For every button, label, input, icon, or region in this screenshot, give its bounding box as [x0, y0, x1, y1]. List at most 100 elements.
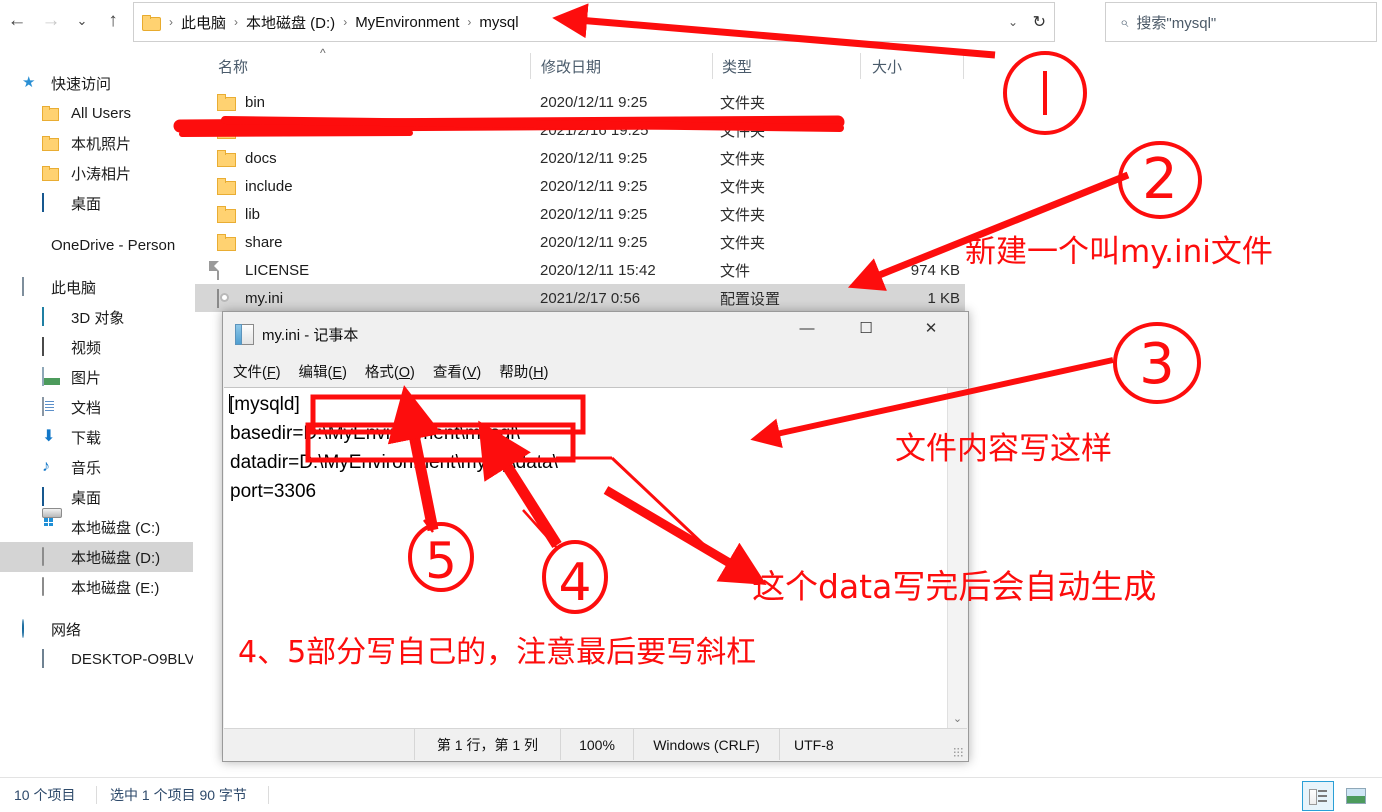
sidebar-item-桌面[interactable]: 桌面: [0, 482, 193, 512]
table-row[interactable]: docs 2020/12/11 9:25 文件夹: [195, 144, 965, 172]
column-header-type[interactable]: 类型: [722, 48, 752, 84]
menu-item-h[interactable]: 帮助(H): [499, 361, 548, 382]
search-icon: ⌕: [1120, 13, 1129, 31]
sidebar-item-label: OneDrive - Person: [51, 236, 176, 254]
forward-icon[interactable]: →: [34, 0, 68, 42]
file-type: 文件夹: [720, 234, 766, 252]
sidebar-item-小涛相片[interactable]: 小涛相片: [0, 158, 193, 188]
desktop-icon: [42, 487, 64, 506]
sidebar-item-allusers[interactable]: All Users: [0, 98, 193, 128]
sidebar-item-3d对象[interactable]: 3D 对象: [0, 302, 193, 332]
folder-icon: [42, 164, 64, 182]
notepad-content[interactable]: [mysqld] basedir=D:\MyEnvironment\mysql\…: [229, 390, 920, 506]
drive-icon: [42, 547, 64, 566]
line-ending: Windows (CRLF): [633, 729, 779, 760]
table-row[interactable]: bin 2020/12/11 9:25 文件夹: [195, 88, 965, 116]
folder-icon: [142, 15, 161, 31]
table-row[interactable]: share 2020/12/11 9:25 文件夹: [195, 228, 965, 256]
column-divider[interactable]: [712, 53, 713, 79]
status-selection-info: 选中 1 个项目 90 字节: [110, 787, 247, 803]
details-view-icon[interactable]: [1302, 781, 1334, 811]
sidebar-item-快速访问[interactable]: ★ 快速访问: [0, 68, 193, 98]
column-divider[interactable]: [860, 53, 861, 79]
table-row[interactable]: my.ini 2021/2/17 0:56 配置设置 1 KB: [195, 284, 965, 312]
notepad-menu-bar[interactable]: 文件(F) 编辑(E) 格式(O) 查看(V) 帮助(H): [223, 356, 968, 386]
breadcrumb-separator: ›: [234, 15, 239, 29]
file-type: 文件夹: [720, 150, 766, 168]
sidebar-item-视频[interactable]: 视频: [0, 332, 193, 362]
sidebar-item-label: 本地磁盘 (E:): [71, 579, 160, 597]
table-row[interactable]: include 2020/12/11 9:25 文件夹: [195, 172, 965, 200]
column-divider[interactable]: [963, 53, 964, 79]
navigation-sidebar[interactable]: ★ 快速访问 All Users 本机照片 小涛相片 桌面 OneDrive - Perso…: [0, 68, 193, 674]
breadcrumb-item-mysql[interactable]: mysql: [477, 3, 520, 41]
scroll-down-chevron-down-icon[interactable]: ⌄: [948, 709, 967, 728]
file-size: [815, 200, 960, 228]
table-row[interactable]: LICENSE 2020/12/11 15:42 文件 974 KB: [195, 256, 965, 284]
refresh-icon[interactable]: ↻: [1033, 3, 1046, 41]
breadcrumb-item-this-pc[interactable]: 此电脑: [179, 3, 228, 41]
explorer-status-bar: 10 个项目 选中 1 个项目 90 字节: [0, 777, 1382, 812]
resize-grip-icon[interactable]: [953, 747, 963, 757]
this-pc-icon: [22, 277, 44, 296]
sidebar-item-label: All Users: [71, 104, 132, 122]
back-icon[interactable]: ←: [0, 0, 34, 42]
file-size: [815, 144, 960, 172]
sidebar-item-本机照片[interactable]: 本机照片: [0, 128, 193, 158]
column-header-name[interactable]: 名称: [218, 48, 248, 84]
sidebar-item-网络[interactable]: 网络: [0, 614, 193, 644]
sidebar-item-desktop-o9blv[interactable]: DESKTOP-O9BLV: [0, 644, 193, 674]
notepad-title-bar[interactable]: my.ini - 记事本 — ☐ ✕: [223, 312, 968, 356]
address-breadcrumb-bar[interactable]: › 此电脑 › 本地磁盘 (D:) › MyEnvironment › mysq…: [133, 2, 1055, 42]
sidebar-item-图片[interactable]: 图片: [0, 362, 193, 392]
file-list[interactable]: bin 2020/12/11 9:25 文件夹 2021/2/16 19:25 文件夹 d…: [195, 88, 965, 312]
cursor-position: 第 1 行，第 1 列: [414, 729, 560, 760]
picture-icon: [42, 367, 64, 386]
table-row[interactable]: lib 2020/12/11 9:25 文件夹: [195, 200, 965, 228]
address-chevron-down-icon[interactable]: ⌄: [1008, 3, 1018, 41]
search-box[interactable]: ⌕ 搜索"mysql": [1105, 2, 1377, 42]
sort-ascending-icon: ^: [320, 46, 326, 60]
file-date: 2020/12/11 9:25: [540, 149, 648, 167]
table-row[interactable]: 2021/2/16 19:25 文件夹: [195, 116, 965, 144]
thumbnails-view-icon[interactable]: [1340, 781, 1372, 811]
menu-item-f[interactable]: 文件(F): [233, 361, 281, 382]
file-date: 2020/12/11 9:25: [540, 93, 648, 111]
sidebar-item-onedrive-person[interactable]: OneDrive - Person: [0, 230, 193, 260]
sidebar-item-桌面[interactable]: 桌面: [0, 188, 193, 218]
sidebar-item-label: 文档: [71, 399, 102, 417]
menu-item-e[interactable]: 编辑(E): [299, 361, 347, 382]
close-button[interactable]: ✕: [908, 312, 954, 344]
music-icon: ♪: [42, 458, 50, 475]
column-divider[interactable]: [530, 53, 531, 79]
column-header-size[interactable]: 大小: [872, 48, 902, 84]
menu-item-v[interactable]: 查看(V): [433, 361, 481, 382]
file-type: 配置设置: [720, 290, 781, 308]
sidebar-item-音乐[interactable]: ♪ 音乐: [0, 452, 193, 482]
minimize-button[interactable]: —: [784, 312, 830, 344]
sidebar-item-文档[interactable]: 文档: [0, 392, 193, 422]
annotation-note-bottom: 4、5部分写自己的，注意最后要写斜杠: [238, 635, 757, 670]
menu-item-o[interactable]: 格式(O): [365, 361, 415, 382]
sidebar-item-本地磁盘e[interactable]: 本地磁盘 (E:): [0, 572, 193, 602]
breadcrumb-item-drive-d[interactable]: 本地磁盘 (D:): [244, 3, 337, 41]
star-icon: ★: [22, 74, 36, 91]
sidebar-item-本地磁盘d[interactable]: 本地磁盘 (D:): [0, 542, 193, 572]
column-header-date[interactable]: 修改日期: [541, 48, 601, 84]
recent-locations-chevron-down-icon[interactable]: ⌄: [68, 0, 96, 42]
maximize-button[interactable]: ☐: [843, 312, 889, 344]
column-header-row: 名称 修改日期 类型 大小: [0, 48, 1382, 84]
scroll-up-chevron-up-icon[interactable]: ⌃: [948, 388, 967, 407]
notepad-text-area[interactable]: [mysqld] basedir=D:\MyEnvironment\mysql\…: [224, 387, 967, 728]
up-icon[interactable]: ↑: [96, 0, 130, 42]
status-divider: [96, 786, 97, 804]
sidebar-item-本地磁盘c[interactable]: 本地磁盘 (C:): [0, 512, 193, 542]
sidebar-item-此电脑[interactable]: 此电脑: [0, 272, 193, 302]
sidebar-item-下载[interactable]: ⬇ 下载: [0, 422, 193, 452]
view-mode-buttons[interactable]: [1302, 781, 1372, 811]
breadcrumb-item-myenvironment[interactable]: MyEnvironment: [353, 3, 461, 41]
file-type: 文件夹: [720, 94, 766, 112]
notepad-window[interactable]: my.ini - 记事本 — ☐ ✕ 文件(F) 编辑(E) 格式(O) 查看(V) 帮…: [222, 311, 969, 762]
search-input[interactable]: 搜索"mysql": [1136, 12, 1216, 33]
